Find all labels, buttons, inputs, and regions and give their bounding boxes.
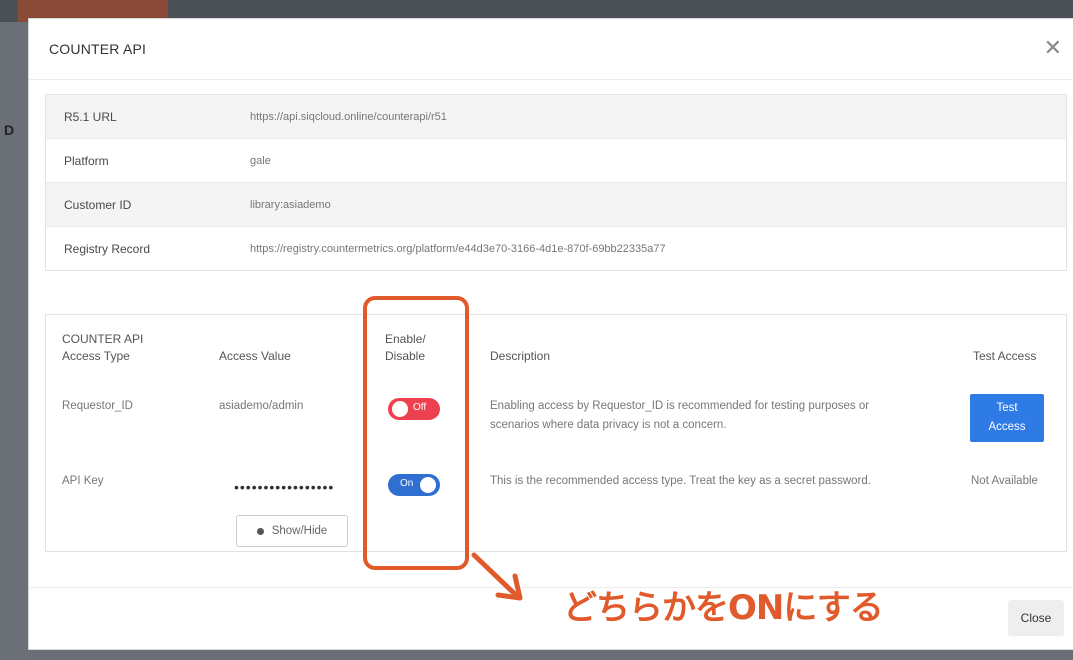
annotation-arrow-icon bbox=[471, 552, 523, 601]
annotation-text: どちらかをONにする bbox=[563, 588, 884, 628]
